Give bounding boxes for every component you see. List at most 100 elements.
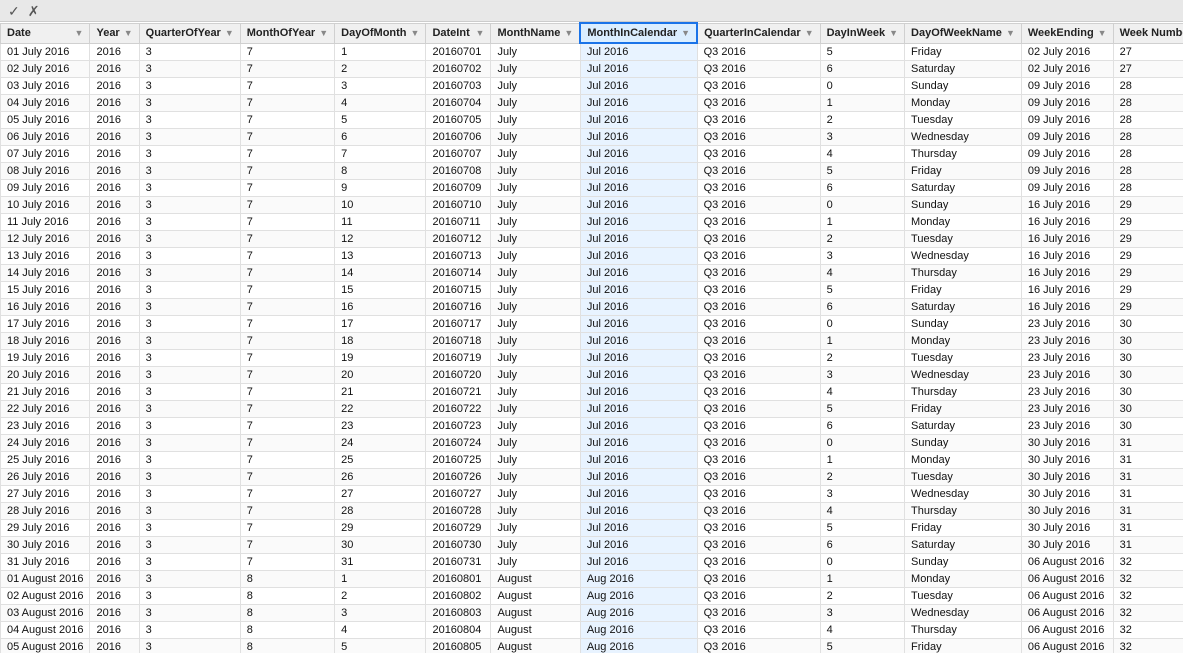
cell-monthincal: Aug 2016 [580, 605, 697, 622]
col-header-monthname[interactable]: MonthName▼ [491, 23, 580, 43]
cell-date: 19 July 2016 [1, 350, 90, 367]
table-row: 24 July 20162016372420160724JulyJul 2016… [1, 435, 1183, 452]
cell-day: 14 [335, 265, 426, 282]
col-header-day[interactable]: DayOfMonth▼ [335, 23, 426, 43]
cell-dayofweekname: Sunday [905, 78, 1022, 95]
cell-year: 2016 [90, 214, 139, 231]
col-header-date[interactable]: Date▼ [1, 23, 90, 43]
cell-quarter: 3 [139, 43, 240, 61]
col-header-month[interactable]: MonthOfYear▼ [240, 23, 334, 43]
cell-quarter: 3 [139, 605, 240, 622]
cell-quarter: 3 [139, 418, 240, 435]
cell-dateint: 20160728 [426, 503, 491, 520]
cell-monthincal: Jul 2016 [580, 214, 697, 231]
cell-monthname: July [491, 248, 580, 265]
cell-date: 05 July 2016 [1, 112, 90, 129]
cell-day: 7 [335, 146, 426, 163]
cell-day: 16 [335, 299, 426, 316]
table-row: 11 July 20162016371120160711JulyJul 2016… [1, 214, 1183, 231]
cell-monthname: July [491, 401, 580, 418]
cell-dateint: 20160803 [426, 605, 491, 622]
cell-quarter: 3 [139, 503, 240, 520]
cell-dayofweekname: Friday [905, 43, 1022, 61]
col-header-quarter[interactable]: QuarterOfYear▼ [139, 23, 240, 43]
cell-dateint: 20160706 [426, 129, 491, 146]
cell-quarterincal: Q3 2016 [697, 180, 820, 197]
cell-quarterincal: Q3 2016 [697, 112, 820, 129]
cell-monthincal: Jul 2016 [580, 248, 697, 265]
cell-dayofweekname: Monday [905, 95, 1022, 112]
sort-icon-quarter: ▼ [225, 28, 234, 38]
cell-quarter: 3 [139, 401, 240, 418]
cell-weekending: 16 July 2016 [1021, 214, 1113, 231]
cell-year: 2016 [90, 520, 139, 537]
cell-date: 09 July 2016 [1, 180, 90, 197]
col-header-weekending[interactable]: WeekEnding▼ [1021, 23, 1113, 43]
cell-month: 7 [240, 384, 334, 401]
sort-icon-monthincal: ▼ [681, 28, 690, 38]
col-header-monthincal[interactable]: MonthInCalendar▼ [580, 23, 697, 43]
cell-year: 2016 [90, 95, 139, 112]
cell-weekending: 23 July 2016 [1021, 401, 1113, 418]
cell-month: 7 [240, 537, 334, 554]
cell-dateint: 20160725 [426, 452, 491, 469]
cell-monthname: July [491, 520, 580, 537]
cell-monthincal: Jul 2016 [580, 231, 697, 248]
cell-weeknumber: 30 [1113, 316, 1183, 333]
col-header-dayofweekname[interactable]: DayOfWeekName▼ [905, 23, 1022, 43]
cell-month: 7 [240, 78, 334, 95]
cell-quarterincal: Q3 2016 [697, 384, 820, 401]
cell-day: 5 [335, 639, 426, 653]
cell-monthname: July [491, 350, 580, 367]
cell-dayinweek: 1 [820, 95, 904, 112]
cell-dayofweekname: Thursday [905, 622, 1022, 639]
cell-monthname: July [491, 95, 580, 112]
cell-weeknumber: 31 [1113, 452, 1183, 469]
cell-quarterincal: Q3 2016 [697, 197, 820, 214]
table-container[interactable]: Date▼Year▼QuarterOfYear▼MonthOfYear▼DayO… [0, 22, 1183, 653]
cell-date: 18 July 2016 [1, 333, 90, 350]
col-label-date: Date [7, 27, 31, 39]
cell-dayofweekname: Wednesday [905, 248, 1022, 265]
cell-monthname: July [491, 503, 580, 520]
col-label-weekending: WeekEnding [1028, 27, 1094, 39]
table-row: 09 July 2016201637920160709JulyJul 2016Q… [1, 180, 1183, 197]
cell-quarterincal: Q3 2016 [697, 622, 820, 639]
cell-day: 22 [335, 401, 426, 418]
sort-icon-monthname: ▼ [564, 28, 573, 38]
cell-quarterincal: Q3 2016 [697, 503, 820, 520]
cell-dateint: 20160801 [426, 571, 491, 588]
cell-dayofweekname: Friday [905, 282, 1022, 299]
cell-quarter: 3 [139, 554, 240, 571]
col-header-weeknumber[interactable]: Week Number▼ [1113, 23, 1183, 43]
cell-quarterincal: Q3 2016 [697, 146, 820, 163]
cell-monthincal: Jul 2016 [580, 282, 697, 299]
cell-weeknumber: 29 [1113, 282, 1183, 299]
col-header-year[interactable]: Year▼ [90, 23, 139, 43]
cell-weekending: 09 July 2016 [1021, 78, 1113, 95]
cell-dateint: 20160718 [426, 333, 491, 350]
cell-quarter: 3 [139, 520, 240, 537]
cell-month: 7 [240, 452, 334, 469]
check-icon[interactable]: ✓ [8, 4, 20, 18]
cell-weekending: 06 August 2016 [1021, 605, 1113, 622]
cell-weeknumber: 29 [1113, 197, 1183, 214]
cell-weekending: 30 July 2016 [1021, 469, 1113, 486]
col-label-dayofweekname: DayOfWeekName [911, 27, 1002, 39]
cell-day: 2 [335, 61, 426, 78]
cell-monthincal: Jul 2016 [580, 265, 697, 282]
cell-weekending: 09 July 2016 [1021, 146, 1113, 163]
cell-year: 2016 [90, 452, 139, 469]
cell-date: 29 July 2016 [1, 520, 90, 537]
cell-month: 7 [240, 282, 334, 299]
cell-dayinweek: 6 [820, 537, 904, 554]
table-row: 22 July 20162016372220160722JulyJul 2016… [1, 401, 1183, 418]
cell-dateint: 20160721 [426, 384, 491, 401]
cell-month: 7 [240, 367, 334, 384]
cell-dateint: 20160729 [426, 520, 491, 537]
x-icon[interactable]: ✗ [28, 4, 40, 18]
col-header-dayinweek[interactable]: DayInWeek▼ [820, 23, 904, 43]
col-header-quarterincal[interactable]: QuarterInCalendar▼ [697, 23, 820, 43]
col-header-dateint[interactable]: DateInt▼ [426, 23, 491, 43]
cell-monthname: July [491, 384, 580, 401]
